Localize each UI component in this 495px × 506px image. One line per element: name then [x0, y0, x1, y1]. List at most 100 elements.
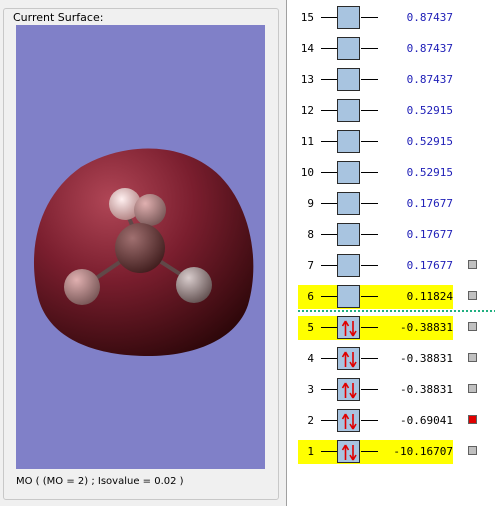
electron-pair-icon — [341, 413, 357, 430]
mo-virtual-box[interactable] — [337, 254, 360, 277]
mo-level-row[interactable]: 1 -10.16707 — [287, 440, 495, 464]
mo-level-line — [321, 203, 337, 204]
mo-number: 3 — [307, 383, 314, 396]
mo-occupied-box[interactable] — [337, 409, 360, 432]
mo-occupied-box[interactable] — [337, 347, 360, 370]
molecule-viewport[interactable] — [16, 25, 265, 469]
mo-level-line — [321, 141, 337, 142]
mo-virtual-box[interactable] — [337, 161, 360, 184]
mo-level-line — [361, 420, 378, 421]
mo-number: 7 — [307, 259, 314, 272]
mo-energy: 0.17677 — [406, 197, 453, 210]
mo-virtual-box[interactable] — [337, 223, 360, 246]
mo-level-row[interactable]: 11 0.52915 — [287, 130, 495, 154]
mo-virtual-box[interactable] — [337, 37, 360, 60]
surface-marker[interactable] — [468, 322, 477, 331]
mo-energy: 0.52915 — [406, 135, 453, 148]
mo-level-line — [321, 265, 337, 266]
mo-virtual-box[interactable] — [337, 192, 360, 215]
mo-number: 5 — [307, 321, 314, 334]
surface-marker[interactable] — [468, 384, 477, 393]
mo-level-row[interactable]: 7 0.17677 — [287, 254, 495, 278]
mo-number: 12 — [300, 104, 314, 117]
mo-virtual-box[interactable] — [337, 130, 360, 153]
mo-level-line — [321, 327, 337, 328]
mo-level-row[interactable]: 9 0.17677 — [287, 192, 495, 216]
hydrogen-atom-right — [176, 267, 212, 303]
mo-level-line — [361, 389, 378, 390]
mo-level-line — [361, 17, 378, 18]
mo-energy: 0.87437 — [406, 11, 453, 24]
mo-energy: -0.38831 — [400, 352, 453, 365]
surface-marker[interactable] — [468, 353, 477, 362]
mo-level-row[interactable]: 2 -0.69041 — [287, 409, 495, 433]
mo-level-line — [321, 48, 337, 49]
mo-level-row[interactable]: 13 0.87437 — [287, 68, 495, 92]
mo-level-line — [361, 451, 378, 452]
mo-number: 2 — [307, 414, 314, 427]
mo-level-row[interactable]: 15 0.87437 — [287, 6, 495, 30]
mo-level-line — [321, 110, 337, 111]
mo-number: 13 — [300, 73, 314, 86]
mo-energy: -10.16707 — [393, 445, 453, 458]
surface-caption: MO ( (MO = 2) ; Isovalue = 0.02 ) — [16, 476, 184, 487]
mo-energy: -0.38831 — [400, 321, 453, 334]
mo-level-row[interactable]: 6 0.11824 — [287, 285, 495, 309]
mo-number: 4 — [307, 352, 314, 365]
hydrogen-atom-left — [64, 269, 100, 305]
mo-energy: 0.52915 — [406, 166, 453, 179]
mo-level-line — [321, 389, 337, 390]
mo-level-row[interactable]: 3 -0.38831 — [287, 378, 495, 402]
homo-lumo-separator — [298, 310, 495, 312]
mo-level-line — [361, 203, 378, 204]
mo-energy: -0.69041 — [400, 414, 453, 427]
electron-pair-icon — [341, 444, 357, 461]
mo-number: 10 — [300, 166, 314, 179]
electron-pair-icon — [341, 382, 357, 399]
mo-virtual-box[interactable] — [337, 285, 360, 308]
mo-virtual-box[interactable] — [337, 6, 360, 29]
orbital-surface-render — [33, 148, 254, 357]
mo-level-line — [361, 296, 378, 297]
mo-occupied-box[interactable] — [337, 316, 360, 339]
mo-level-line — [361, 265, 378, 266]
hydrogen-atom-top-right — [134, 194, 166, 226]
mo-level-line — [321, 296, 337, 297]
surface-marker[interactable] — [468, 291, 477, 300]
mo-level-row[interactable]: 5 -0.38831 — [287, 316, 495, 340]
mo-energy: 0.87437 — [406, 42, 453, 55]
mo-level-row[interactable]: 12 0.52915 — [287, 99, 495, 123]
mo-level-line — [321, 451, 337, 452]
mo-number: 6 — [307, 290, 314, 303]
current-surface-title: Current Surface: — [12, 11, 105, 24]
electron-pair-icon — [341, 320, 357, 337]
surface-marker[interactable] — [468, 260, 477, 269]
mo-level-line — [361, 358, 378, 359]
mo-level-row[interactable]: 8 0.17677 — [287, 223, 495, 247]
mo-level-line — [361, 234, 378, 235]
mo-level-line — [361, 48, 378, 49]
mo-occupied-box[interactable] — [337, 440, 360, 463]
mo-energy-diagram[interactable]: 15 0.87437 14 0.87437 13 0.87437 12 0.52915 11 0.… — [286, 0, 495, 506]
mo-energy: 0.17677 — [406, 228, 453, 241]
mo-number: 14 — [300, 42, 314, 55]
mo-level-line — [361, 327, 378, 328]
mo-energy: -0.38831 — [400, 383, 453, 396]
surface-marker[interactable] — [468, 446, 477, 455]
selected-surface-marker[interactable] — [468, 415, 477, 424]
mo-number: 11 — [300, 135, 314, 148]
mo-number: 1 — [307, 445, 314, 458]
mo-level-line — [361, 110, 378, 111]
mo-level-row[interactable]: 10 0.52915 — [287, 161, 495, 185]
mo-virtual-box[interactable] — [337, 68, 360, 91]
mo-virtual-box[interactable] — [337, 99, 360, 122]
mo-level-row[interactable]: 14 0.87437 — [287, 37, 495, 61]
mo-occupied-box[interactable] — [337, 378, 360, 401]
mo-level-line — [361, 172, 378, 173]
mo-level-line — [361, 141, 378, 142]
mo-level-row[interactable]: 4 -0.38831 — [287, 347, 495, 371]
mo-level-line — [321, 358, 337, 359]
mo-level-line — [321, 172, 337, 173]
mo-energy: 0.11824 — [406, 290, 453, 303]
mo-level-line — [321, 79, 337, 80]
